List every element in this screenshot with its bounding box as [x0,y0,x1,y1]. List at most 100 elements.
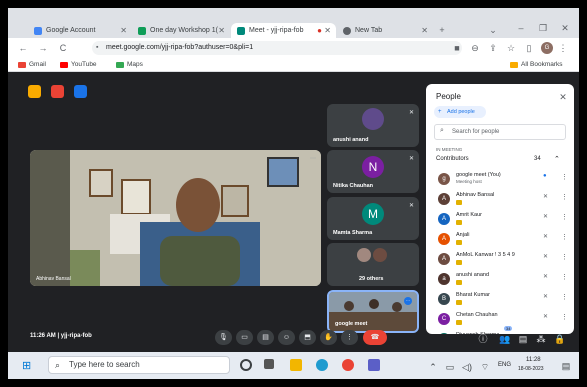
volume-icon[interactable]: ◁) [462,361,472,373]
section-label: IN MEETING [436,147,463,152]
close-tab-icon[interactable]: ✕ [421,23,428,38]
clock-time[interactable]: 11:28 [526,357,541,363]
notifications-icon[interactable]: ▤ [561,360,571,372]
leave-call-button[interactable]: ☎ [363,330,387,345]
participant-tile-anushi[interactable]: anushi anand ✕ [327,104,419,147]
chevron-up-icon[interactable]: ⌃ [428,361,438,373]
participant-row[interactable]: A Anjali ✕ ⋮ [426,230,574,251]
close-tab-icon[interactable]: ✕ [218,23,225,38]
close-window-icon[interactable]: ✕ [560,22,570,34]
side-panel-icon[interactable]: ▯ [524,42,534,54]
record-icon[interactable] [51,85,64,98]
tab-title: New Tab [355,27,383,34]
language-indicator[interactable]: ENG [498,362,511,368]
participant-tile-nitika[interactable]: N Nitika Chauhan ✕ [327,150,419,193]
bookmark-gmail[interactable]: Gmail [18,59,46,71]
info-icon[interactable]: ⓘ [478,333,488,345]
avatar [362,108,384,130]
share-icon[interactable]: ⇪ [488,42,498,54]
close-tab-icon[interactable]: ✕ [324,23,331,38]
mic-off-icon: ✕ [408,203,414,209]
emoji-button[interactable]: ☺ [278,330,295,345]
participant-tile-mamta[interactable]: M Mamta Sharma ✕ [327,197,419,240]
cortana-icon[interactable] [240,359,252,371]
raise-hand-button[interactable]: ✋ [320,330,337,345]
more-options-icon[interactable]: ⋯ [310,155,316,162]
taskbar-search-input[interactable]: ⌕ Type here to search [48,356,230,374]
more-options-icon[interactable]: ⋮ [561,313,568,321]
zoom-icon[interactable]: ⊖ [470,42,480,54]
tab-new-tab[interactable]: New Tab ✕ [337,23,433,38]
meeting-info: 11:26 AM | yjj-ripa-fob [30,333,92,339]
more-options-button[interactable]: ⋮ [341,330,358,345]
participant-row[interactable]: g google meet (You) Meeting host ● ⋮ [426,170,574,191]
new-tab-icon[interactable]: + [437,24,447,36]
participant-tile-others[interactable]: 29 others [327,243,419,286]
mic-button[interactable]: 🎙 [215,330,232,345]
more-options-icon[interactable]: ⋮ [561,233,568,241]
hand-icon[interactable] [28,85,41,98]
network-icon[interactable]: ▭ [445,361,455,373]
menu-icon[interactable]: ⋮ [558,42,568,54]
chrome-icon[interactable] [342,359,354,371]
close-panel-icon[interactable]: ✕ [558,91,568,103]
meet-area: Abhinav Bansal ⋯ anushi anand ✕ N Nitika… [8,72,579,352]
bookmark-star-icon[interactable]: ☆ [506,42,516,54]
present-button[interactable]: ⬒ [299,330,316,345]
bookmark-maps[interactable]: Maps [116,59,143,71]
whiteboard-icon[interactable] [74,85,87,98]
minimize-icon[interactable]: – [516,22,526,34]
teams-icon[interactable] [368,359,380,371]
wifi-icon[interactable]: ⌔ [480,361,490,373]
participant-row[interactable]: a anushi anand ✕ ⋮ [426,270,574,291]
all-bookmarks[interactable]: All Bookmarks [510,59,563,71]
participant-name: anushi anand [456,272,490,278]
forward-icon[interactable]: → [38,42,48,54]
participant-name: AnMoL Kanwar ! 3 5 4 9 [456,252,515,258]
clock-date[interactable]: 18-08-2023 [518,366,544,372]
bookmark-youtube[interactable]: YouTube [60,59,97,71]
people-icon[interactable]: 👥 [499,333,510,345]
camera-icon[interactable]: ■ [452,42,462,54]
more-options-icon[interactable]: ⋮ [561,173,568,181]
host-controls-icon[interactable]: 🔒 [554,333,565,345]
participant-row[interactable]: B Bharat Kumar ✕ ⋮ [426,290,574,311]
avatar: M [362,203,384,225]
captions-button[interactable]: ▤ [257,330,274,345]
participant-row[interactable]: A AnMoL Kanwar ! 3 5 4 9 ✕ ⋮ [426,250,574,271]
reload-icon[interactable]: C [58,42,68,54]
activities-icon[interactable]: ⁂ [536,333,546,345]
participant-row[interactable]: A Abhinav Bansal ✕ ⋮ [426,190,574,211]
contributors-header[interactable]: Contributors 34 ⌃ [430,154,570,166]
address-bar[interactable]: ▪ meet.google.com/yjj-ripa-fob?authuser=… [92,41,462,55]
main-video-tile[interactable]: Abhinav Bansal ⋯ [30,150,321,286]
more-options-icon[interactable]: ⋮ [561,193,568,201]
people-panel: People ✕ + Add people ⌕ Search for peopl… [426,84,574,334]
more-options-icon[interactable]: ⋮ [561,213,568,221]
task-view-icon[interactable] [264,359,274,369]
search-icon: ⌕ [440,127,444,134]
more-options-icon[interactable]: ⋮ [561,273,568,281]
chat-icon[interactable]: ▤ [518,333,528,345]
participant-row[interactable]: A Amrit Kaur ✕ ⋮ [426,210,574,231]
folder-icon [510,62,518,68]
back-icon[interactable]: ← [18,42,28,54]
tab-meet[interactable]: Meet - yjj-ripa-fob ● ✕ [231,23,336,38]
avatar: a [438,273,450,285]
add-people-button[interactable]: + Add people [434,106,486,118]
camera-button[interactable]: ▭ [236,330,253,345]
tab-workshop[interactable]: One day Workshop 1( ✕ [132,23,230,38]
avatar [357,248,371,262]
more-options-icon[interactable]: ⋮ [561,253,568,261]
tab-search-icon[interactable]: ⌄ [488,24,498,36]
more-options-icon[interactable]: ⋮ [561,293,568,301]
bookmark-label: Maps [127,61,143,68]
file-explorer-icon[interactable] [290,359,302,371]
profile-avatar[interactable]: G [541,42,553,54]
tab-google-account[interactable]: Google Account ✕ [28,23,132,38]
people-search-input[interactable]: ⌕ Search for people [434,124,566,140]
windows-start-icon[interactable]: ⊞ [22,359,31,372]
restore-icon[interactable]: ❐ [538,22,548,34]
close-tab-icon[interactable]: ✕ [120,23,127,38]
edge-icon[interactable] [316,359,328,371]
